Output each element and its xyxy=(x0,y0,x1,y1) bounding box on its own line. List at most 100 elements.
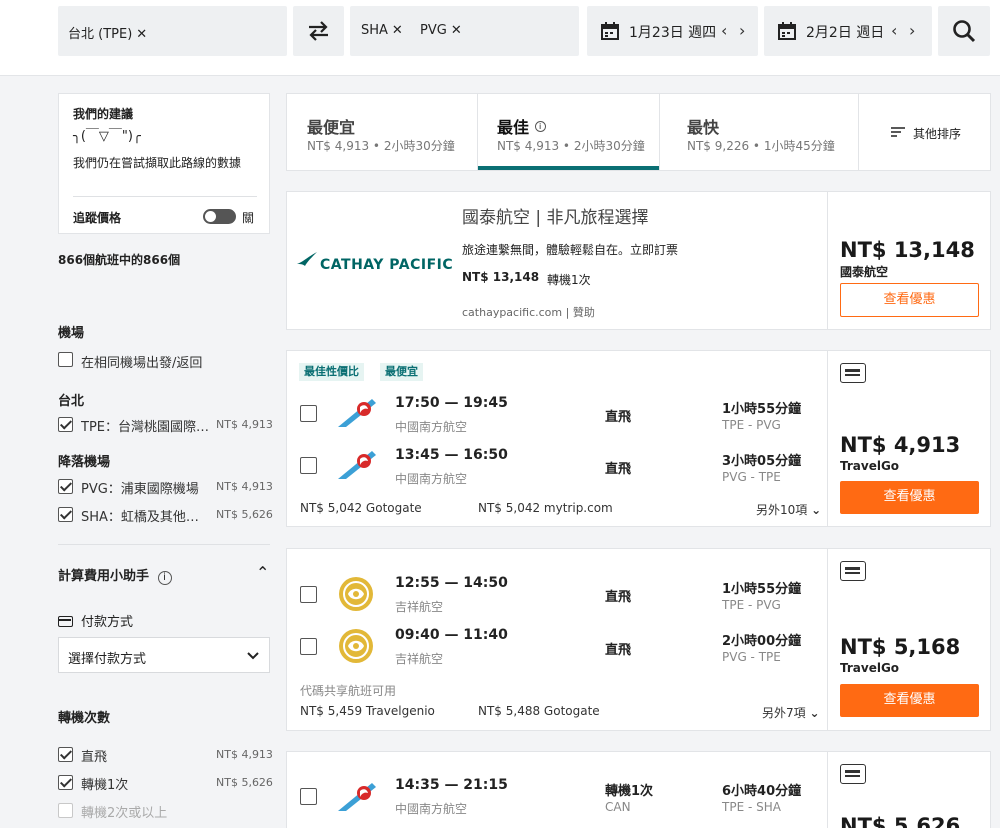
return-date-text: 2月2日 週日 xyxy=(806,25,885,41)
result-count: 866個航班中的866個 xyxy=(58,253,181,267)
compare-checkbox[interactable] xyxy=(300,457,317,474)
credit-card-icon xyxy=(840,764,866,784)
leg-stops: 直飛 xyxy=(605,410,632,425)
origin-chip[interactable]: 台北 (TPE) ✕ xyxy=(68,23,147,42)
view-deal-button[interactable]: 查看優惠 xyxy=(840,481,979,514)
collapse-chevron-icon[interactable]: ⌃ xyxy=(256,563,269,582)
tab-cheapest[interactable]: 最便宜 NT$ 4,913 • 2小時30分鐘 xyxy=(287,94,477,170)
chevron-down-icon xyxy=(247,652,259,660)
track-price-toggle[interactable] xyxy=(203,209,236,224)
info-icon: i xyxy=(534,121,546,132)
stops-checkbox-nonstop[interactable] xyxy=(58,747,73,762)
alt-provider-price[interactable]: NT$ 5,042 mytrip.com xyxy=(478,501,613,515)
compare-checkbox[interactable] xyxy=(300,405,317,422)
calendar-icon xyxy=(778,22,796,40)
leg-stops: 轉機1次 xyxy=(605,784,654,799)
airport-checkbox-tpe[interactable] xyxy=(58,417,73,432)
alt-provider-price[interactable]: NT$ 5,459 Travelgenio xyxy=(300,704,435,718)
juneyao-logo xyxy=(339,577,373,611)
compare-checkbox[interactable] xyxy=(300,638,317,655)
divider xyxy=(73,196,257,197)
search-button[interactable] xyxy=(938,6,990,56)
view-deal-button[interactable]: 查看優惠 xyxy=(840,684,979,717)
tab-fastest[interactable]: 最快 NT$ 9,226 • 1小時45分鐘 xyxy=(660,94,860,170)
origin-field[interactable]: 台北 (TPE) ✕ xyxy=(58,6,287,56)
leg-route: PVG - TPE xyxy=(722,650,781,664)
airports-section-title: 機場 xyxy=(58,326,85,341)
info-icon[interactable]: i xyxy=(157,571,172,585)
same-airport-label: 在相同機場出發/返回 xyxy=(81,356,203,371)
prev-date-icon[interactable]: ‹ xyxy=(891,21,897,40)
next-date-icon[interactable]: › xyxy=(909,21,915,40)
destination-chip-sha[interactable]: SHA ✕ xyxy=(361,23,403,38)
badge-best-value: 最佳性價比 xyxy=(299,363,364,381)
compare-checkbox[interactable] xyxy=(300,586,317,603)
depart-date-field[interactable]: 1月23日 週四 ‹ › xyxy=(587,6,758,56)
payment-label: 付款方式 xyxy=(81,615,134,630)
leg-airline: 吉祥航空 xyxy=(395,652,444,666)
result-card[interactable]: 14:35 — 21:15 中國南方航空 轉機1次 CAN 6小時40分鐘 TP… xyxy=(286,751,991,828)
alt-provider-price[interactable]: NT$ 5,488 Gotogate xyxy=(478,704,600,718)
same-airport-checkbox[interactable] xyxy=(58,352,73,367)
remove-destination-icon[interactable]: ✕ xyxy=(392,23,403,38)
result-card[interactable]: 最佳性價比 最便宜 17:50 — 19:45 中國南方航空 直飛 1小時55分… xyxy=(286,350,991,527)
view-deal-button[interactable]: 查看優惠 xyxy=(840,283,979,317)
stops-section-title: 轉機次數 xyxy=(58,711,111,726)
ad-description: 旅途連繫無間，體驗輕鬆自在。立即訂票 xyxy=(462,243,679,257)
chevron-down-icon: ⌄ xyxy=(809,706,820,720)
ad-price-line: NT$ 13,148 xyxy=(462,270,540,284)
leg-times: 09:40 — 11:40 xyxy=(395,627,508,643)
remove-destination-icon[interactable]: ✕ xyxy=(451,23,462,38)
airport-checkbox-sha[interactable] xyxy=(58,507,73,522)
sponsored-ad-card[interactable]: CATHAY PACIFIC 國泰航空 | 非凡旅程選擇 旅途連繫無間，體驗輕鬆… xyxy=(286,191,991,330)
suggestion-message: 我們仍在嘗試擷取此路線的數據 xyxy=(73,156,242,170)
leg-airline: 中國南方航空 xyxy=(395,420,468,434)
leg-duration: 3小時05分鐘 xyxy=(722,454,802,469)
toggle-state-text: 關 xyxy=(242,211,255,225)
airport-price: NT$ 4,913 xyxy=(216,418,273,431)
credit-card-icon xyxy=(58,616,73,627)
stops-price: NT$ 5,626 xyxy=(216,776,273,789)
more-options-toggle[interactable]: 另外7項 ⌄ xyxy=(762,704,820,721)
stops-label: 直飛 xyxy=(81,750,108,765)
juneyao-logo xyxy=(339,629,373,663)
airport-price: NT$ 5,626 xyxy=(216,508,273,521)
more-options-toggle[interactable]: 另外10項 ⌄ xyxy=(756,501,821,518)
return-date-field[interactable]: 2月2日 週日 ‹ › xyxy=(764,6,932,56)
search-bar: 台北 (TPE) ✕ SHA ✕ PVG ✕ 1月23日 週四 ‹ › 2月2日… xyxy=(0,0,1000,76)
swap-button[interactable] xyxy=(293,6,344,56)
leg-airline: 中國南方航空 xyxy=(395,802,468,816)
more-sort-button[interactable]: 其他排序 xyxy=(859,94,990,170)
next-date-icon[interactable]: › xyxy=(739,21,745,40)
leg-route: TPE - PVG xyxy=(722,598,781,612)
stops-checkbox-two-plus[interactable] xyxy=(58,803,73,818)
stops-price: NT$ 4,913 xyxy=(216,748,273,761)
stops-checkbox-one[interactable] xyxy=(58,775,73,790)
cathay-logo-text: CATHAY PACIFIC xyxy=(320,257,454,273)
cathay-logo xyxy=(297,252,319,274)
airport-checkbox-pvg[interactable] xyxy=(58,479,73,494)
destination-field[interactable]: SHA ✕ PVG ✕ xyxy=(350,6,579,56)
ad-provider: 國泰航空 xyxy=(840,265,889,279)
tab-best[interactable]: 最佳 i NT$ 4,913 • 2小時30分鐘 xyxy=(478,94,659,170)
airport-label: TPE：台灣桃園國際… xyxy=(81,420,209,435)
compare-checkbox[interactable] xyxy=(300,788,317,805)
payment-select[interactable]: 選擇付款方式 xyxy=(58,637,270,673)
codeshare-note: 代碼共享航班可用 xyxy=(300,684,397,698)
remove-origin-icon[interactable]: ✕ xyxy=(136,27,147,42)
chevron-down-icon: ⌄ xyxy=(811,503,822,517)
prev-date-icon[interactable]: ‹ xyxy=(721,21,727,40)
result-provider: TravelGo xyxy=(840,661,900,675)
divider xyxy=(58,544,270,545)
china-southern-logo xyxy=(338,399,376,427)
leg-airline: 吉祥航空 xyxy=(395,600,444,614)
fee-helper-header[interactable]: 計算費用小助手 i xyxy=(58,565,172,585)
alt-provider-price[interactable]: NT$ 5,042 Gotogate xyxy=(300,501,422,515)
leg-route: PVG - TPE xyxy=(722,470,781,484)
result-card[interactable]: 12:55 — 14:50 吉祥航空 直飛 1小時55分鐘 TPE - PVG … xyxy=(286,548,991,731)
stops-label: 轉機2次或以上 xyxy=(81,806,168,821)
result-price: NT$ 4,913 xyxy=(840,433,961,457)
track-price-label: 追蹤價格 xyxy=(73,211,122,225)
destination-chip-pvg[interactable]: PVG ✕ xyxy=(420,23,462,38)
leg-duration: 2小時00分鐘 xyxy=(722,634,802,649)
